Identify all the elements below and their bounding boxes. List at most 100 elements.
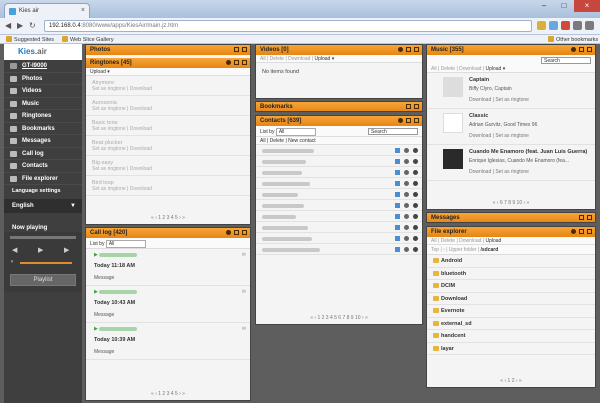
settings-icon[interactable] xyxy=(226,60,231,65)
list-item[interactable]: Classic Adrian Gurvitz, Good Times 96 Down… xyxy=(427,109,595,145)
wrench-icon[interactable] xyxy=(585,21,594,30)
message-icon[interactable]: ✉ xyxy=(242,252,246,258)
maximize-icon[interactable] xyxy=(242,47,247,52)
list-item[interactable]: Basic tone Set as ringtone | Download xyxy=(86,116,250,136)
list-item[interactable]: Beat plucker Set as ringtone | Download xyxy=(86,136,250,156)
settings-icon[interactable] xyxy=(398,118,403,123)
list-item[interactable]: Cuando Me Enamoro (feat. Juan Luis Guerr… xyxy=(427,145,595,181)
folder-row[interactable]: handcent xyxy=(427,330,595,343)
folder-row[interactable]: Android xyxy=(427,255,595,268)
minimize-icon[interactable] xyxy=(579,229,584,234)
star-icon[interactable] xyxy=(537,21,546,30)
settings-icon[interactable] xyxy=(398,47,403,52)
playlist-button[interactable]: Playlist xyxy=(10,274,76,286)
upload-button[interactable]: Upload ▾ xyxy=(314,56,334,62)
list-item[interactable]: Airymore Set as ringtone | Download xyxy=(86,76,250,96)
pagination[interactable]: « ‹ 1 2 › » xyxy=(427,378,595,384)
table-row[interactable] xyxy=(256,233,422,244)
maximize-icon[interactable] xyxy=(242,230,247,235)
minimize-icon[interactable] xyxy=(406,104,411,109)
pagination[interactable]: « ‹ 6 7 8 9 10 › » xyxy=(427,200,595,206)
folder-row[interactable]: layar xyxy=(427,343,595,355)
maximize-icon[interactable] xyxy=(587,47,592,52)
previous-icon[interactable]: ◀ xyxy=(12,246,17,254)
next-icon[interactable]: ▶ xyxy=(64,246,69,254)
table-row[interactable] xyxy=(256,178,422,189)
progress-bar[interactable] xyxy=(10,236,76,239)
minimize-button[interactable]: – xyxy=(534,0,554,12)
sidebar-item-contacts[interactable]: Contacts xyxy=(4,160,82,173)
settings-icon[interactable] xyxy=(571,47,576,52)
close-tab-icon[interactable]: × xyxy=(81,7,85,14)
maximize-icon[interactable] xyxy=(414,118,419,123)
table-row[interactable] xyxy=(256,167,422,178)
sidebar-item-bookmarks[interactable]: Bookmarks xyxy=(4,123,82,135)
minimize-icon[interactable] xyxy=(234,47,239,52)
folder-row[interactable]: external_sd xyxy=(427,318,595,330)
minimize-icon[interactable] xyxy=(234,230,239,235)
bookmark-web-slice-gallery[interactable]: Web Slice Gallery xyxy=(62,36,114,43)
volume-slider[interactable] xyxy=(20,262,72,264)
play-icon[interactable]: ▶ xyxy=(38,246,43,254)
list-item[interactable]: Bird loop Set as ringtone | Download xyxy=(86,176,250,196)
address-bar[interactable]: 192.168.0.4:8080/www/apps/KiesAir/main.j… xyxy=(44,20,532,32)
back-icon[interactable]: ◀ xyxy=(5,21,11,30)
extension-icon[interactable] xyxy=(549,21,558,30)
browser-tab[interactable]: Kies air × xyxy=(4,3,90,18)
maximize-button[interactable]: □ xyxy=(554,0,574,12)
pagination[interactable]: « ‹ 1 2 3 4 5 › » xyxy=(86,391,250,397)
maximize-icon[interactable] xyxy=(242,60,247,65)
upload-button[interactable]: Upload ▾ xyxy=(90,69,110,75)
sidebar-item-call-log[interactable]: Call log xyxy=(4,148,82,160)
other-bookmarks[interactable]: Other bookmarks xyxy=(548,36,598,43)
minimize-icon[interactable] xyxy=(406,118,411,123)
extension-icon[interactable] xyxy=(561,21,570,30)
close-window-button[interactable]: × xyxy=(574,0,600,12)
sidebar-item-photos[interactable]: Photos xyxy=(4,73,82,85)
reload-icon[interactable]: ↻ xyxy=(29,21,36,30)
minimize-icon[interactable] xyxy=(234,60,239,65)
message-icon[interactable]: ✉ xyxy=(242,289,246,295)
table-row[interactable] xyxy=(256,156,422,167)
list-item[interactable]: Captain Biffy Clyro, Captain Download | Se… xyxy=(427,73,595,109)
table-row[interactable] xyxy=(256,222,422,233)
pagination[interactable]: « ‹ 1 2 3 4 5 6 7 8 9 10 › » xyxy=(256,315,422,321)
table-row[interactable] xyxy=(256,211,422,222)
folder-row[interactable]: Download xyxy=(427,293,595,305)
sidebar-item-ringtones[interactable]: Ringtones xyxy=(4,110,82,123)
table-row[interactable]: ▶ Today 11:18 AM Message ✉ xyxy=(86,249,250,286)
sidebar-item-file-explorer[interactable]: File explorer xyxy=(4,173,82,185)
upload-button[interactable]: Upload xyxy=(485,238,501,244)
sidebar-device[interactable]: GT-I9000 xyxy=(4,60,82,73)
table-row[interactable] xyxy=(256,189,422,200)
language-select[interactable]: English ▼ xyxy=(4,199,82,213)
table-row[interactable]: ▶ Today 10:43 AM Message ✉ xyxy=(86,286,250,323)
minimize-icon[interactable] xyxy=(406,47,411,52)
list-by-select[interactable]: All xyxy=(275,128,316,136)
forward-icon[interactable]: ▶ xyxy=(17,21,23,30)
table-row[interactable]: ▶ Today 10:39 AM Message ✉ xyxy=(86,323,250,360)
maximize-icon[interactable] xyxy=(587,215,592,220)
maximize-icon[interactable] xyxy=(414,47,419,52)
sidebar-item-videos[interactable]: Videos xyxy=(4,85,82,98)
minimize-icon[interactable] xyxy=(579,215,584,220)
table-row[interactable] xyxy=(256,200,422,211)
message-icon[interactable]: ✉ xyxy=(242,326,246,332)
page-menu-icon[interactable] xyxy=(573,21,582,30)
search-input[interactable]: Search xyxy=(541,57,591,64)
settings-icon[interactable] xyxy=(571,229,576,234)
search-input[interactable]: Search xyxy=(368,128,418,135)
settings-icon[interactable] xyxy=(226,230,231,235)
list-item[interactable]: Big easy Set as ringtone | Download xyxy=(86,156,250,176)
folder-row[interactable]: Evernote xyxy=(427,305,595,318)
pagination[interactable]: « ‹ 1 2 3 4 5 › » xyxy=(86,215,250,221)
upload-button[interactable]: Upload ▾ xyxy=(485,66,505,72)
folder-row[interactable]: DCIM xyxy=(427,280,595,293)
table-row[interactable] xyxy=(256,145,422,156)
maximize-icon[interactable] xyxy=(414,104,419,109)
list-item[interactable]: Aurosonia Set as ringtone | Download xyxy=(86,96,250,116)
maximize-icon[interactable] xyxy=(587,229,592,234)
list-by-select[interactable]: All xyxy=(105,240,146,248)
sidebar-item-messages[interactable]: Messages xyxy=(4,135,82,148)
bookmark-suggested-sites[interactable]: Suggested Sites xyxy=(6,36,54,43)
